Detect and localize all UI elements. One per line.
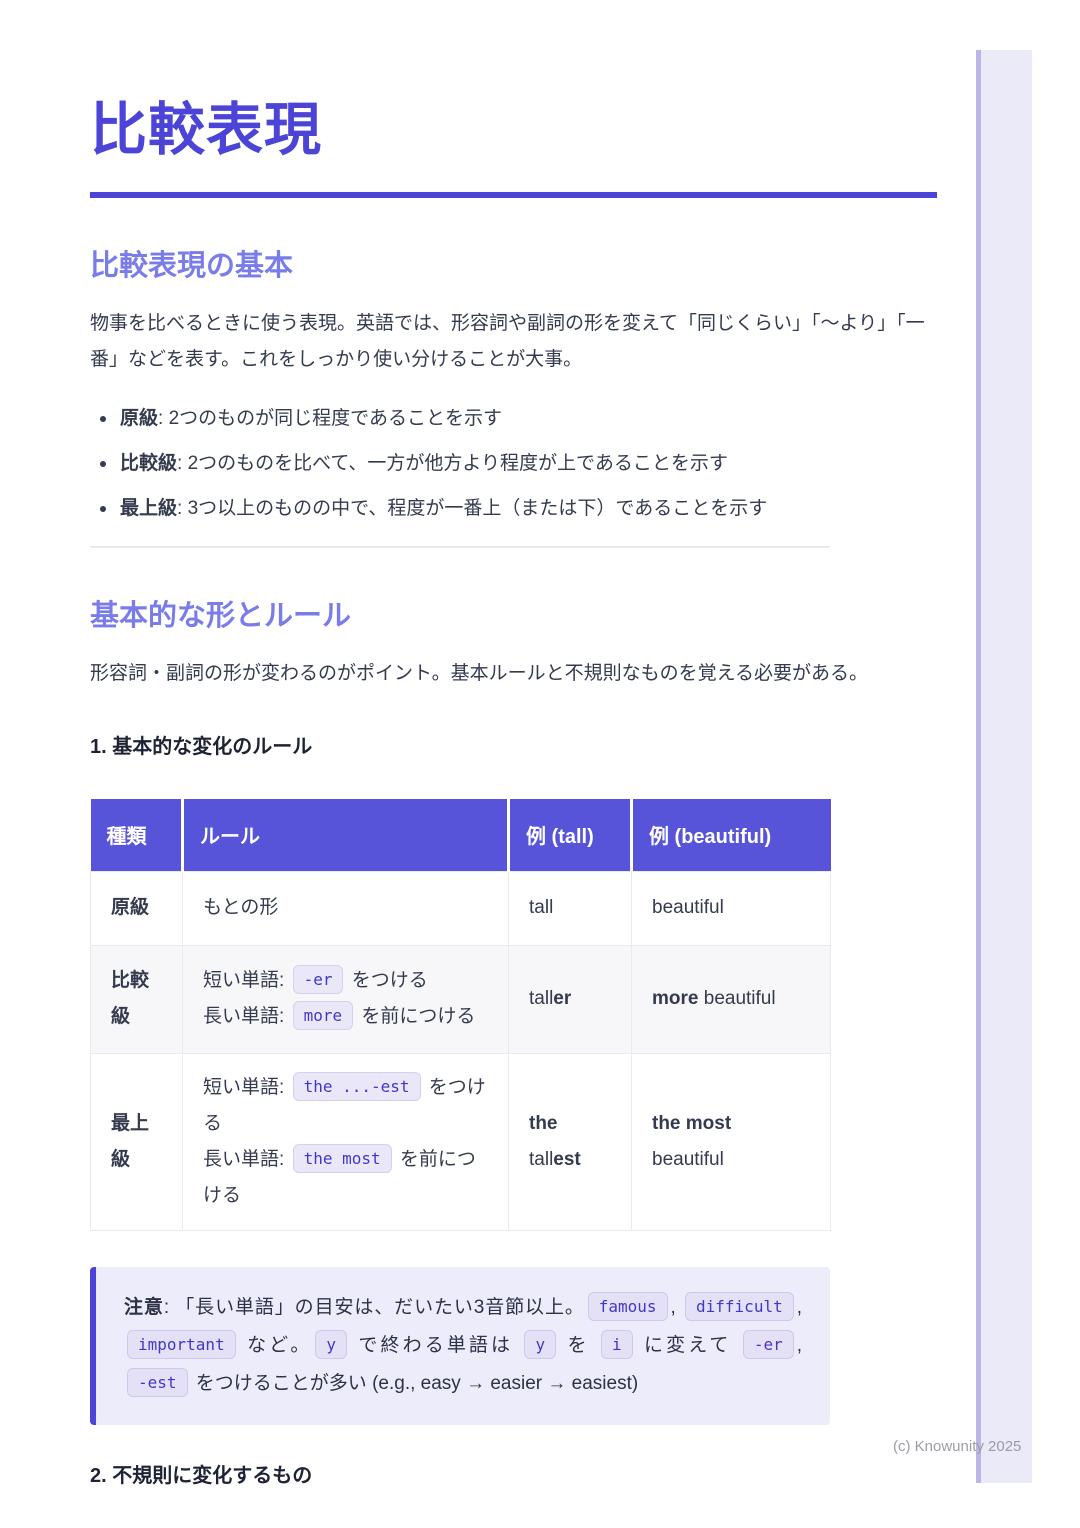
code-chip: more [293, 1001, 354, 1030]
bullet-term: 最上級 [120, 498, 177, 519]
example-tall-cell: taller [509, 945, 632, 1053]
example-beautiful-cell: the mostbeautiful [632, 1053, 831, 1230]
bullet-list: 原級: 2つのものが同じ程度であることを示す 比較級: 2つのものを比べて、一方… [90, 406, 940, 522]
kind-cell: 最上級 [91, 1053, 183, 1230]
table-row-superlative: 最上級 短い単語: the ...-est をつける長い単語: the most… [91, 1053, 831, 1230]
rule-cell: もとの形 [183, 871, 509, 945]
table-header-example-beautiful: 例 (beautiful) [632, 799, 831, 871]
bullet-term: 比較級 [120, 453, 177, 474]
note-box: 注意: 「長い単語」の目安は、だいたい3音節以上。famous, difficu… [90, 1267, 830, 1425]
bullet-item-superlative: 最上級: 3つ以上のものの中で、程度が一番上（または下）であることを示す [90, 496, 940, 522]
example-tall-cell: thetallest [509, 1053, 632, 1230]
rules-paragraph: 形容詞・副詞の形が変わるのがポイント。基本ルールと不規則なものを覚える必要がある… [90, 656, 940, 692]
kind-cell: 比較級 [91, 945, 183, 1053]
code-chip: i [601, 1330, 633, 1359]
table-header-row: 種類 ルール 例 (tall) 例 (beautiful) [91, 799, 831, 871]
code-chip: y [524, 1330, 556, 1359]
subsection-heading-basic-rules: 1. 基本的な変化のルール [90, 730, 940, 759]
code-chip: y [315, 1330, 347, 1359]
example-tall-cell: tall [509, 871, 632, 945]
subsection-heading-irregular: 2. 不規則に変化するもの [90, 1459, 940, 1488]
comparison-table: 種類 ルール 例 (tall) 例 (beautiful) 原級 もとの形 ta… [90, 799, 831, 1231]
code-chip: the most [293, 1144, 392, 1173]
code-chip: -er [743, 1330, 794, 1359]
bullet-item-positive: 原級: 2つのものが同じ程度であることを示す [90, 406, 940, 432]
kind-cell: 原級 [91, 871, 183, 945]
table-row-positive: 原級 もとの形 tall beautiful [91, 871, 831, 945]
code-chip: difficult [685, 1292, 794, 1321]
bullet-item-comparative: 比較級: 2つのものを比べて、一方が他方より程度が上であることを示す [90, 451, 940, 477]
code-chip: -er [293, 965, 344, 994]
table-header-example-tall: 例 (tall) [509, 799, 632, 871]
page-title: 比較表現 [90, 84, 940, 166]
bullet-desc: : 3つ以上のものの中で、程度が一番上（または下）であることを示す [177, 498, 767, 519]
copyright-text: (c) Knowunity 2025 [893, 1438, 1021, 1455]
rule-cell: 短い単語: -er をつける長い単語: more を前につける [183, 945, 509, 1053]
bullet-term: 原級 [120, 408, 158, 429]
example-beautiful-cell: beautiful [632, 871, 831, 945]
table-row-comparative: 比較級 短い単語: -er をつける長い単語: more を前につける tall… [91, 945, 831, 1053]
code-chip: important [127, 1330, 236, 1359]
code-chip: famous [588, 1292, 668, 1321]
bullet-desc: : 2つのものが同じ程度であることを示す [158, 408, 502, 429]
title-underline [90, 192, 937, 198]
section-divider [90, 546, 830, 548]
section-heading-basics: 比較表現の基本 [90, 242, 940, 284]
code-chip: the ...-est [293, 1072, 421, 1101]
page-content: 比較表現 比較表現の基本 物事を比べるときに使う表現。英語では、形容詞や副詞の形… [90, 0, 940, 1488]
table-header-rule: ルール [183, 799, 509, 871]
note-text: 注意: 「長い単語」の目安は、だいたい3音節以上。famous, difficu… [124, 1289, 802, 1403]
document-page: 比較表現 比較表現の基本 物事を比べるときに使う表現。英語では、形容詞や副詞の形… [0, 0, 1080, 1528]
bullet-desc: : 2つのものを比べて、一方が他方より程度が上であることを示す [177, 453, 728, 474]
section-heading-rules: 基本的な形とルール [90, 592, 940, 634]
rule-cell: 短い単語: the ...-est をつける長い単語: the most を前に… [183, 1053, 509, 1230]
example-beautiful-cell: more beautiful [632, 945, 831, 1053]
table-header-kind: 種類 [91, 799, 183, 871]
code-chip: -est [127, 1368, 188, 1397]
basics-paragraph: 物事を比べるときに使う表現。英語では、形容詞や副詞の形を変えて「同じくらい」「〜… [90, 306, 940, 378]
scrollbar-track[interactable] [976, 50, 1032, 1483]
